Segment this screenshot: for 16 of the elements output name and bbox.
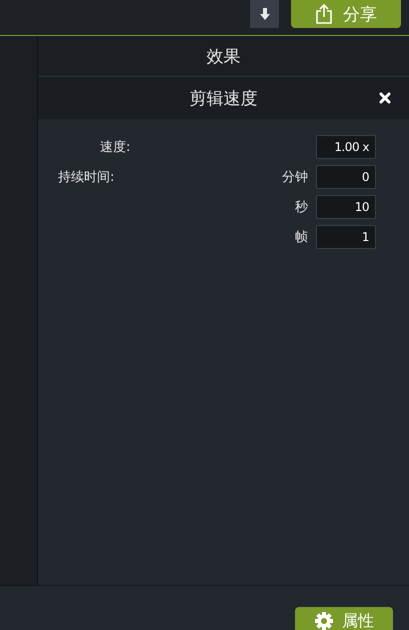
gear-icon [314, 611, 334, 630]
effect-title: 剪辑速度 [190, 88, 258, 110]
download-icon [258, 8, 270, 20]
share-icon [315, 4, 333, 24]
duration-field[interactable]: 10 [316, 195, 376, 219]
speed-field[interactable]: 1.00 x [316, 135, 376, 159]
unit-label: 分钟 [282, 169, 308, 186]
duration-field[interactable]: 1 [316, 225, 376, 249]
unit-label: 帧 [295, 229, 308, 246]
panel-title: 效果 [38, 36, 409, 77]
duration-field[interactable]: 0 [316, 165, 376, 189]
download-button[interactable] [250, 0, 279, 28]
unit-label: 秒 [295, 199, 308, 216]
close-icon[interactable] [379, 92, 391, 104]
speed-label: 速度: [100, 139, 130, 156]
duration-label: 持续时间: [58, 169, 114, 186]
